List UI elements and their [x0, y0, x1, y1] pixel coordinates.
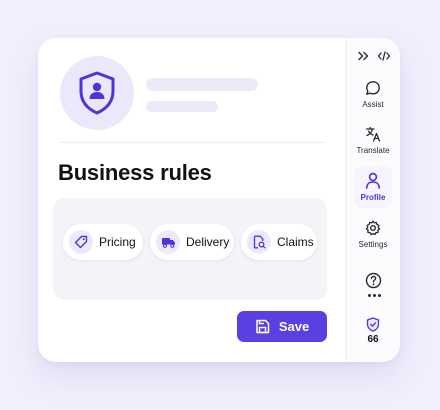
- save-button[interactable]: Save: [237, 311, 327, 342]
- save-icon: [256, 319, 270, 334]
- help-icon[interactable]: [365, 272, 382, 289]
- sidebar-item-label: Settings: [358, 239, 388, 249]
- rule-chip-pricing[interactable]: Pricing: [63, 224, 143, 260]
- more-dots-icon[interactable]: [347, 294, 400, 297]
- tag-icon: [69, 230, 93, 254]
- page-title: Business rules: [58, 160, 212, 185]
- rule-label: Claims: [277, 235, 314, 249]
- shield-user-icon: [79, 71, 115, 115]
- rules-panel: Pricing Delivery Claims: [53, 198, 327, 300]
- shield-check-icon: [366, 317, 380, 332]
- truck-icon: [156, 230, 180, 254]
- name-placeholder: [146, 78, 258, 91]
- rule-label: Delivery: [186, 235, 230, 249]
- rule-chip-claims[interactable]: Claims: [241, 224, 317, 260]
- gear-icon: [365, 220, 381, 235]
- sidebar-toolbar: [347, 49, 400, 63]
- sidebar-item-label: Translate: [356, 145, 390, 155]
- score-value: 66: [367, 334, 379, 345]
- chat-bubble-icon: [366, 80, 380, 95]
- sidebar-item-label: Profile: [360, 193, 386, 202]
- document-search-icon: [247, 230, 271, 254]
- right-sidebar: Assist Translate Profile Settings 66: [346, 38, 400, 362]
- expand-icon[interactable]: [357, 49, 371, 63]
- subtitle-placeholder: [146, 101, 218, 112]
- sidebar-item-profile[interactable]: Profile: [354, 166, 392, 208]
- user-shield-avatar: [60, 56, 134, 130]
- main-panel: Business rules Pricing Delivery Claims S…: [38, 38, 346, 362]
- rule-label: Pricing: [99, 235, 136, 249]
- score-badge[interactable]: 66: [356, 317, 390, 353]
- translate-icon: [365, 126, 380, 142]
- sidebar-item-assist[interactable]: Assist: [354, 73, 392, 115]
- user-icon: [366, 172, 380, 189]
- sidebar-item-settings[interactable]: Settings: [354, 213, 392, 255]
- rule-chip-delivery[interactable]: Delivery: [150, 224, 234, 260]
- save-label: Save: [278, 319, 310, 334]
- sidebar-item-translate[interactable]: Translate: [354, 119, 392, 161]
- divider: [60, 142, 326, 143]
- sidebar-item-label: Assist: [362, 99, 384, 109]
- profile-card: Business rules Pricing Delivery Claims S…: [38, 38, 400, 362]
- code-icon[interactable]: [377, 49, 391, 63]
